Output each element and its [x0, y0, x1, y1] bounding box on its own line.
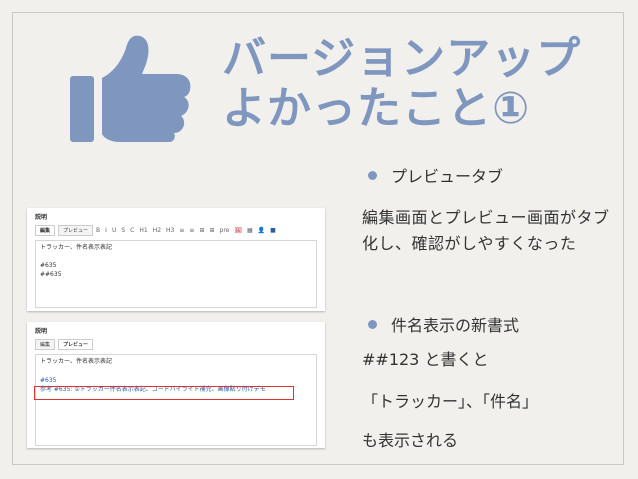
bullet-label: プレビュータブ	[391, 167, 504, 186]
editor-toolbar: 編集 プレビュー B I U S C H1 H2 H3 ≡ ≡ ⊞ ⊞ pre …	[27, 223, 325, 238]
h3-button[interactable]: H3	[166, 227, 174, 234]
tab-preview[interactable]: プレビュー	[58, 225, 94, 236]
screenshot-preview-tab: 説明 編集 プレビュー トラッカー、件名表示表記 #635 参考 #635: ①…	[27, 322, 325, 448]
description-heading: 説明	[35, 328, 48, 335]
grid-icon[interactable]: ▦	[247, 227, 253, 234]
description-heading: 説明	[35, 214, 48, 221]
text-line	[40, 252, 312, 261]
pre-button[interactable]: pre	[220, 227, 230, 234]
table-button[interactable]: ⊞	[199, 227, 204, 234]
editor-tabs: 編集 プレビュー	[27, 337, 325, 352]
image-icon[interactable]: 🖼	[234, 227, 242, 234]
description-textarea[interactable]: トラッカー、件名表示表記 #635 ##635	[35, 240, 317, 308]
bold-button[interactable]: B	[96, 227, 100, 234]
text-line: ##635	[40, 271, 62, 278]
user-icon[interactable]: 👤	[258, 227, 265, 234]
text-line: #635	[40, 262, 57, 269]
code-button[interactable]: C	[130, 227, 134, 234]
bullet-preview-tab: プレビュータブ	[368, 163, 503, 187]
ul-button[interactable]: ≡	[179, 227, 184, 234]
italic-button[interactable]: I	[105, 227, 107, 234]
bullet-dot	[368, 320, 377, 329]
description-1: 編集画面とプレビュー画面がタブ化し、確認がしやすくなった	[362, 208, 610, 253]
h2-button[interactable]: H2	[153, 227, 161, 234]
result-text: 「トラッカー」、「件名」	[362, 392, 539, 411]
ol-button[interactable]: ≡	[189, 227, 194, 234]
syntax-text: ##123 と書くと	[362, 350, 489, 369]
strike-button[interactable]: S	[121, 227, 125, 234]
thumbs-up-icon	[70, 35, 191, 143]
bullet-dot	[368, 171, 377, 180]
tab-edit[interactable]: 編集	[35, 339, 56, 350]
result-text-2: も表示される	[362, 431, 459, 450]
bullet-label: 件名表示の新書式	[391, 316, 520, 335]
preview-area: トラッカー、件名表示表記 #635 参考 #635: ①トラッカー件名表示表記、…	[35, 354, 317, 446]
issue-link[interactable]: #635	[40, 376, 312, 385]
quote-button[interactable]: ⊞	[209, 227, 214, 234]
toolbar-buttons: B I U S C H1 H2 H3 ≡ ≡ ⊞ ⊞ pre 🖼 ▦ 👤 ■	[96, 225, 276, 236]
text-line: トラッカー、件名表示表記	[40, 358, 112, 365]
bullet-subject-format: 件名表示の新書式	[368, 312, 519, 336]
screenshot-edit-tab: 説明 編集 プレビュー B I U S C H1 H2 H3 ≡ ≡ ⊞ ⊞ p…	[27, 208, 325, 311]
tab-edit[interactable]: 編集	[35, 225, 56, 236]
slide-title: バージョンアップ よかったこと①	[222, 34, 622, 134]
h1-button[interactable]: H1	[139, 227, 147, 234]
tab-preview[interactable]: プレビュー	[58, 339, 94, 350]
help-icon[interactable]: ■	[270, 227, 276, 234]
underline-button[interactable]: U	[112, 227, 116, 234]
text-line: トラッカー、件名表示表記	[40, 244, 112, 251]
title-line-1: バージョンアップ	[222, 33, 582, 84]
highlight-box	[34, 386, 294, 400]
title-line-2: よかったこと①	[222, 83, 531, 134]
